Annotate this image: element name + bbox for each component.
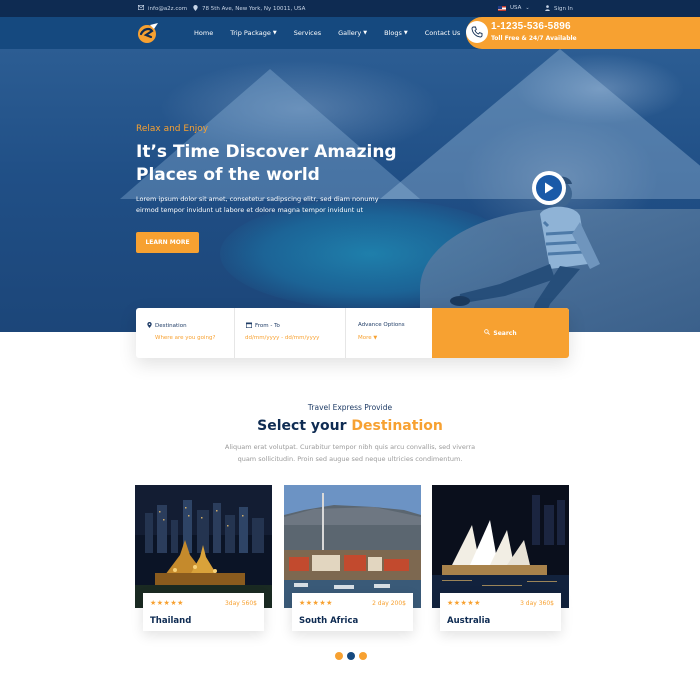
topbar-address: 78 5th Ave, New York, Ny 10011, USA — [193, 5, 305, 13]
search-icon — [484, 329, 491, 337]
advanced-options-field[interactable]: Advance Options More ▼ — [346, 308, 432, 358]
destination-image — [135, 485, 272, 608]
phone-icon — [466, 21, 488, 43]
traveler-image — [450, 176, 600, 332]
date-label: From - To — [255, 323, 280, 329]
chevron-down-icon: ⌄ — [525, 5, 530, 11]
chevron-down-icon: ▼ — [373, 335, 378, 341]
destination-image — [432, 485, 569, 608]
main-nav: Home Trip Package ▼ Services Gallery ▼ Blo… — [194, 17, 477, 49]
nav-trip-package[interactable]: Trip Package ▼ — [230, 29, 277, 37]
learn-more-button[interactable]: LEARN MORE — [136, 232, 199, 253]
hero-title: It’s Time Discover Amazing Places of the… — [136, 142, 397, 185]
play-icon — [536, 175, 562, 201]
nav-contact-label: Contact Us — [424, 29, 461, 37]
us-flag-icon — [498, 5, 506, 11]
carousel-dot[interactable] — [335, 652, 343, 660]
card-title[interactable]: South Africa — [299, 616, 358, 626]
hero-kicker: Relax and Enjoy — [136, 124, 209, 134]
more-label: More — [358, 335, 372, 341]
carousel-dot[interactable] — [359, 652, 367, 660]
card-title[interactable]: Thailand — [150, 616, 191, 626]
nav-blogs[interactable]: Blogs ▼ — [384, 29, 408, 37]
destination-label: Destination — [155, 323, 187, 329]
hero-section: Relax and Enjoy It’s Time Discover Amazi… — [0, 49, 700, 332]
section-title-main: Select your — [257, 418, 347, 434]
hero-description: Lorem ipsum dolor sit amet, consetetur s… — [136, 195, 379, 214]
chevron-down-icon: ▼ — [403, 30, 408, 36]
card-price: 3 day 360$ — [520, 600, 554, 607]
nav-blogs-label: Blogs — [384, 29, 402, 37]
date-range-input[interactable]: dd/mm/yyyy - dd/mm/yyyy — [245, 335, 319, 341]
topbar-email[interactable]: info@a2z.com — [138, 5, 187, 12]
search-button-label: Search — [493, 329, 517, 337]
language-selector[interactable]: USA ⌄ — [498, 5, 530, 11]
nav-services[interactable]: Services — [294, 29, 321, 37]
nav-gallery-label: Gallery — [338, 29, 362, 37]
section-title-accent: Destination — [351, 418, 443, 434]
nav-services-label: Services — [293, 29, 322, 37]
section-description: Aliquam erat volutpat. Curabitur tempor … — [224, 443, 476, 463]
nav-home[interactable]: Home — [194, 29, 213, 37]
phone-subtitle: Toll Free & 24/7 Available — [491, 35, 577, 42]
carousel-dots — [335, 652, 367, 660]
nav-trip-package-label: Trip Package — [230, 29, 271, 37]
email-text: info@a2z.com — [148, 5, 188, 12]
card-info: ★★★★★ 2 day 200$ South Africa — [292, 593, 413, 631]
rating-stars: ★★★★★ — [150, 599, 184, 607]
chevron-down-icon: ▼ — [272, 30, 277, 36]
phone-number: 1-1235-536-5896 — [491, 21, 571, 32]
date-range-field[interactable]: From - To dd/mm/yyyy - dd/mm/yyyy — [235, 308, 346, 358]
advanced-options-label: Advance Options — [358, 322, 405, 328]
signin-link[interactable]: Sign In — [545, 5, 573, 13]
destination-card[interactable]: ★★★★★ 3day 560$ Thailand — [135, 485, 272, 635]
section-title: Select your Destination — [0, 418, 700, 434]
section-kicker: Travel Express Provide — [307, 403, 393, 412]
destination-input[interactable]: Where are you going? — [155, 335, 215, 341]
carousel-dot-active[interactable] — [347, 652, 355, 660]
top-bar: info@a2z.com 78 5th Ave, New York, Ny 10… — [0, 0, 700, 17]
site-logo[interactable] — [136, 22, 160, 44]
card-title[interactable]: Australia — [447, 616, 490, 626]
calendar-icon — [246, 322, 253, 330]
mail-icon — [138, 5, 145, 12]
search-button[interactable]: Search — [432, 308, 569, 358]
nav-gallery[interactable]: Gallery ▼ — [338, 29, 367, 37]
signin-text: Sign In — [554, 6, 573, 12]
card-price: 2 day 200$ — [372, 600, 406, 607]
location-pin-icon — [147, 322, 152, 330]
rating-stars: ★★★★★ — [447, 599, 481, 607]
more-options-dropdown[interactable]: More ▼ — [358, 335, 377, 341]
card-price: 3day 560$ — [224, 600, 257, 607]
card-info: ★★★★★ 3day 560$ Thailand — [143, 593, 264, 631]
chevron-down-icon: ▼ — [363, 30, 368, 36]
user-icon — [545, 5, 550, 13]
destination-card[interactable]: ★★★★★ 3 day 360$ Australia — [432, 485, 569, 635]
nav-contact[interactable]: Contact Us — [425, 29, 461, 37]
destination-card[interactable]: ★★★★★ 2 day 200$ South Africa — [284, 485, 421, 635]
language-text: USA — [510, 5, 522, 11]
destination-field[interactable]: Destination Where are you going? — [136, 308, 235, 358]
destination-image — [284, 485, 421, 608]
rating-stars: ★★★★★ — [299, 599, 333, 607]
call-box[interactable]: 1-1235-536-5896 Toll Free & 24/7 Availab… — [466, 17, 700, 49]
location-pin-icon — [193, 5, 198, 13]
nav-home-label: Home — [194, 29, 214, 37]
play-video-button[interactable] — [532, 171, 566, 205]
search-panel: Destination Where are you going? From - … — [136, 308, 569, 358]
address-text: 78 5th Ave, New York, Ny 10011, USA — [202, 6, 306, 12]
card-info: ★★★★★ 3 day 360$ Australia — [440, 593, 561, 631]
